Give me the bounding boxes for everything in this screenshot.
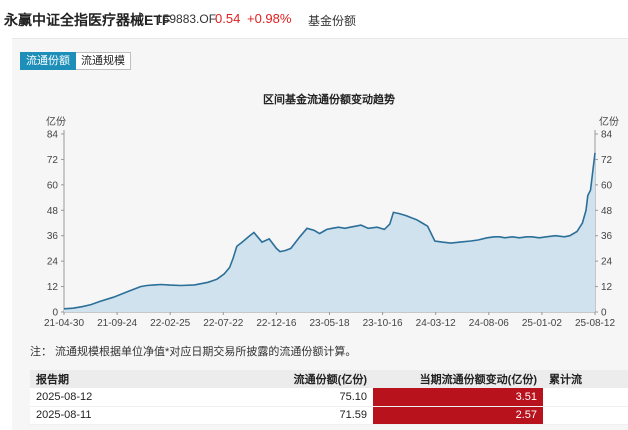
tab-bar: 流通份额 流通规模 bbox=[20, 52, 131, 70]
y-tick-label-right: 24 bbox=[601, 257, 613, 268]
y-axis-unit-left: 亿份 bbox=[46, 115, 66, 128]
y-tick-label-right: 48 bbox=[601, 206, 613, 217]
col-header-cumulative: 累计流 bbox=[543, 370, 628, 388]
table-row: 2025-08-11 71.59 2.57 bbox=[30, 406, 628, 425]
x-tick-label: 25-01-02 bbox=[522, 318, 562, 329]
row-cumulative bbox=[543, 388, 628, 407]
series-area bbox=[64, 152, 595, 312]
x-tick-label: 21-04-30 bbox=[44, 318, 84, 329]
fund-code: 159883.OF bbox=[156, 12, 217, 26]
col-header-change: 当期流通份额变动(亿份) bbox=[373, 370, 543, 388]
fund-header: 永赢中证全指医疗器械ETF 159883.OF 0.54 +0.98% 基金份额 bbox=[0, 0, 628, 36]
x-tick-label: 21-09-24 bbox=[97, 318, 137, 329]
row-date: 2025-08-11 bbox=[30, 406, 120, 425]
footnote: 注： 流通规模根据单位净值*对应日期交易所披露的流通份额计算。 bbox=[30, 346, 357, 358]
x-tick-label: 22-07-22 bbox=[203, 318, 243, 329]
y-tick-label-right: 84 bbox=[601, 130, 613, 141]
y-tick-label-left: 48 bbox=[47, 206, 59, 217]
x-tick-label: 23-10-16 bbox=[363, 318, 403, 329]
x-tick-label: 23-05-18 bbox=[309, 318, 349, 329]
row-date: 2025-08-12 bbox=[30, 388, 120, 407]
fund-change: +0.98% bbox=[247, 11, 292, 26]
x-tick-label: 25-08-12 bbox=[575, 318, 615, 329]
table-row: 2025-08-12 75.10 3.51 bbox=[30, 388, 628, 407]
fund-price: 0.54 bbox=[215, 11, 241, 26]
y-tick-label-right: 0 bbox=[601, 308, 607, 319]
y-axis-unit-right: 亿份 bbox=[599, 115, 619, 128]
x-tick-label: 24-03-12 bbox=[416, 318, 456, 329]
y-tick-label-left: 24 bbox=[47, 257, 59, 268]
y-tick-label-right: 72 bbox=[601, 155, 613, 166]
shares-table: 报告期 流通份额(亿份) 当期流通份额变动(亿份) 累计流 2025-08-12… bbox=[30, 370, 628, 425]
y-tick-label-left: 84 bbox=[47, 130, 59, 141]
fund-name: 永赢中证全指医疗器械ETF bbox=[4, 12, 171, 28]
y-tick-label-left: 0 bbox=[52, 308, 58, 319]
row-cumulative bbox=[543, 406, 628, 425]
row-shares: 71.59 bbox=[120, 406, 373, 425]
y-tick-label-right: 12 bbox=[601, 282, 613, 293]
y-tick-label-left: 72 bbox=[47, 155, 59, 166]
chart-svg: 区间基金流通份额变动趋势亿份 亿份 0 0 12 12 24 24 36 36 48 48 60 60 72… bbox=[44, 92, 619, 329]
y-tick-label-left: 12 bbox=[47, 282, 59, 293]
x-tick-label: 22-02-25 bbox=[150, 318, 190, 329]
tab-circulating-shares[interactable]: 流通份额 bbox=[20, 52, 76, 70]
x-tick-label: 24-08-06 bbox=[469, 318, 509, 329]
row-shares: 75.10 bbox=[120, 388, 373, 407]
y-tick-label-right: 36 bbox=[601, 231, 613, 242]
shares-trend-chart: 区间基金流通份额变动趋势亿份 亿份 0 0 12 12 24 24 36 36 48 48 60 60 72… bbox=[20, 78, 628, 330]
y-tick-label-left: 60 bbox=[47, 180, 59, 191]
chart-title: 区间基金流通份额变动趋势 bbox=[263, 92, 395, 106]
tab-circulating-scale[interactable]: 流通规模 bbox=[76, 52, 131, 70]
x-tick-label: 22-12-16 bbox=[256, 318, 296, 329]
row-change: 2.57 bbox=[373, 406, 543, 425]
table-header-row: 报告期 流通份额(亿份) 当期流通份额变动(亿份) 累计流 bbox=[30, 370, 628, 388]
section-title: 基金份额 bbox=[308, 14, 357, 28]
col-header-date: 报告期 bbox=[30, 370, 120, 388]
col-header-shares: 流通份额(亿份) bbox=[120, 370, 373, 388]
row-change: 3.51 bbox=[373, 388, 543, 407]
y-tick-label-right: 60 bbox=[601, 180, 613, 191]
y-tick-label-left: 36 bbox=[47, 231, 59, 242]
